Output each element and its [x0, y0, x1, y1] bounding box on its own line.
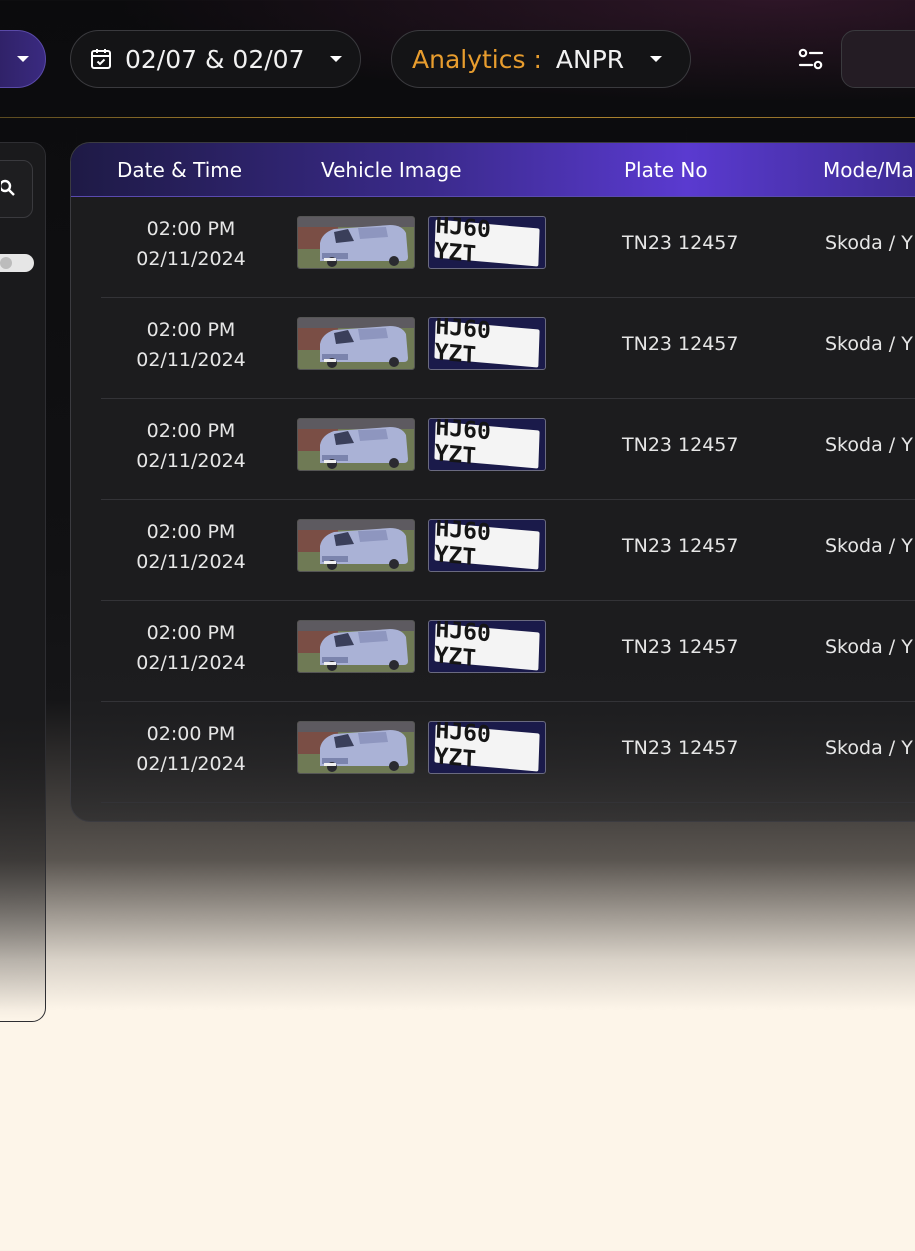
plate-text: HJ60 YZT	[434, 722, 540, 773]
table-row[interactable]: 02:00 PM 02/11/2024 HJ60 YZT TN23 12457 …	[101, 499, 915, 601]
row-date: 02/11/2024	[136, 551, 246, 573]
table-header: Date & Time Vehicle Image Plate No Mode/…	[71, 143, 915, 197]
row-time: 02:00 PM	[146, 723, 236, 745]
car-photo	[298, 217, 414, 268]
column-header-vehicle-image[interactable]: Vehicle Image	[321, 158, 462, 182]
row-time: 02:00 PM	[146, 622, 236, 644]
date-range-picker[interactable]: 02/07 & 02/07	[70, 30, 361, 88]
date-time-cell: 02:00 PM 02/11/2024	[101, 315, 281, 375]
mode-make-cell: Skoda / Y	[825, 636, 913, 658]
date-range-value: 02/07 & 02/07	[125, 44, 305, 74]
vehicle-photo[interactable]	[297, 418, 415, 471]
plate-number-cell: TN23 12457	[622, 434, 739, 456]
license-plate-photo[interactable]: HJ60 YZT	[428, 519, 546, 572]
car-photo	[298, 621, 414, 672]
mode-make-cell: Skoda / Y	[825, 737, 913, 759]
vehicle-photo[interactable]	[297, 317, 415, 370]
column-header-plate-no[interactable]: Plate No	[624, 158, 708, 182]
plate-number-cell: TN23 12457	[622, 737, 739, 759]
plate-number-cell: TN23 12457	[622, 232, 739, 254]
car-photo	[298, 318, 414, 369]
header-divider	[0, 117, 915, 118]
table-row[interactable]: 02:00 PM 02/11/2024 HJ60 YZT TN23 12457 …	[101, 297, 915, 399]
vehicle-photo[interactable]	[297, 216, 415, 269]
date-time-cell: 02:00 PM 02/11/2024	[101, 618, 281, 678]
top-right-button[interactable]	[841, 30, 915, 88]
analytics-value: ANPR	[555, 44, 625, 74]
date-time-cell: 02:00 PM 02/11/2024	[101, 416, 281, 476]
side-search-button[interactable]	[0, 160, 33, 218]
table-row[interactable]: 02:00 PM 02/11/2024 HJ60 YZT TN23 12457 …	[101, 196, 915, 298]
row-time: 02:00 PM	[146, 218, 236, 240]
table-row[interactable]: 02:00 PM 02/11/2024 HJ60 YZT TN23 12457 …	[101, 600, 915, 702]
date-time-cell: 02:00 PM 02/11/2024	[101, 719, 281, 779]
analytics-selector[interactable]: Analytics : ANPR	[391, 30, 691, 88]
mode-make-cell: Skoda / Y	[825, 232, 913, 254]
column-header-date-time[interactable]: Date & Time	[117, 158, 242, 182]
mode-make-cell: Skoda / Y	[825, 535, 913, 557]
license-plate-photo[interactable]: HJ60 YZT	[428, 216, 546, 269]
row-time: 02:00 PM	[146, 521, 236, 543]
vehicle-photo[interactable]	[297, 721, 415, 774]
row-date: 02/11/2024	[136, 652, 246, 674]
table-row[interactable]: 02:00 PM 02/11/2024 HJ60 YZT TN23 12457 …	[101, 398, 915, 500]
license-plate-photo[interactable]: HJ60 YZT	[428, 418, 546, 471]
license-plate-photo[interactable]: HJ60 YZT	[428, 721, 546, 774]
date-time-cell: 02:00 PM 02/11/2024	[101, 214, 281, 274]
anpr-results-table: Date & Time Vehicle Image Plate No Mode/…	[70, 142, 915, 822]
row-date: 02/11/2024	[136, 349, 246, 371]
column-header-mode-make[interactable]: Mode/Ma	[823, 158, 914, 182]
filter-sliders-icon[interactable]	[797, 47, 825, 71]
car-photo	[298, 520, 414, 571]
plate-number-cell: TN23 12457	[622, 636, 739, 658]
vehicle-photo[interactable]	[297, 519, 415, 572]
mode-make-cell: Skoda / Y	[825, 333, 913, 355]
side-panel	[0, 142, 46, 1022]
date-time-cell: 02:00 PM 02/11/2024	[101, 517, 281, 577]
calendar-check-icon	[91, 49, 111, 69]
plate-number-cell: TN23 12457	[622, 333, 739, 355]
license-plate-photo[interactable]: HJ60 YZT	[428, 620, 546, 673]
plate-text: HJ60 YZT	[434, 621, 540, 672]
row-date: 02/11/2024	[136, 248, 246, 270]
search-icon	[1, 179, 15, 196]
vehicle-photo[interactable]	[297, 620, 415, 673]
car-photo	[298, 722, 414, 773]
row-date: 02/11/2024	[136, 753, 246, 775]
plate-text: HJ60 YZT	[434, 318, 540, 369]
row-time: 02:00 PM	[146, 420, 236, 442]
table-row[interactable]: 02:00 PM 02/11/2024 HJ60 YZT TN23 12457 …	[101, 701, 915, 803]
mode-make-cell: Skoda / Y	[825, 434, 913, 456]
row-date: 02/11/2024	[136, 450, 246, 472]
side-toggle[interactable]	[0, 254, 34, 272]
plate-text: HJ60 YZT	[434, 520, 540, 571]
car-photo	[298, 419, 414, 470]
license-plate-photo[interactable]: HJ60 YZT	[428, 317, 546, 370]
row-time: 02:00 PM	[146, 319, 236, 341]
chevron-down-icon	[330, 56, 342, 62]
analytics-label: Analytics :	[412, 44, 542, 74]
plate-number-cell: TN23 12457	[622, 535, 739, 557]
toggle-knob	[0, 257, 12, 269]
chevron-down-icon	[17, 56, 29, 62]
plate-text: HJ60 YZT	[434, 217, 540, 268]
chevron-down-icon	[650, 56, 662, 62]
plate-text: HJ60 YZT	[434, 419, 540, 470]
